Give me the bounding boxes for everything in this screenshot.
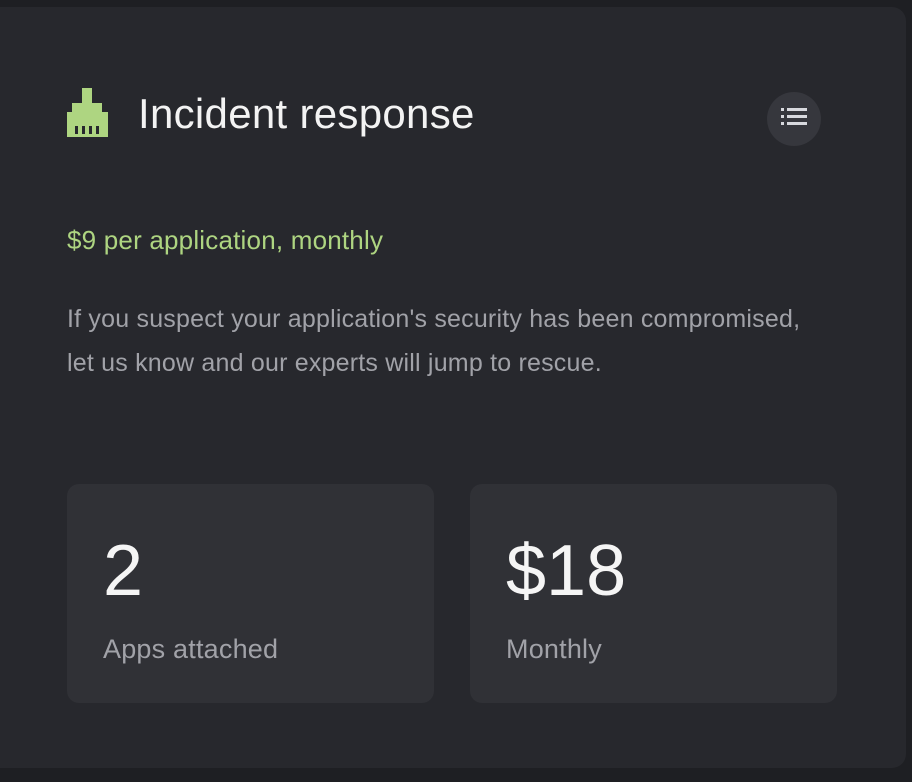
stat-label: Monthly [506, 634, 602, 664]
description-text: If you suspect your application's securi… [67, 305, 801, 377]
stat-label: Apps attached [103, 634, 279, 664]
stat-value: $18 [506, 531, 627, 611]
list-icon [781, 107, 807, 131]
price-text: $9 per application, monthly [67, 225, 384, 255]
card-title: Incident response [138, 90, 475, 137]
incident-response-card: Incident response $9 per application, mo… [0, 7, 906, 768]
broom-icon [67, 88, 108, 137]
stat-value: 2 [103, 531, 144, 611]
options-list-button[interactable] [767, 92, 821, 146]
apps-attached-stat: 2 Apps attached [67, 484, 434, 703]
monthly-cost-stat: $18 Monthly [470, 484, 837, 703]
